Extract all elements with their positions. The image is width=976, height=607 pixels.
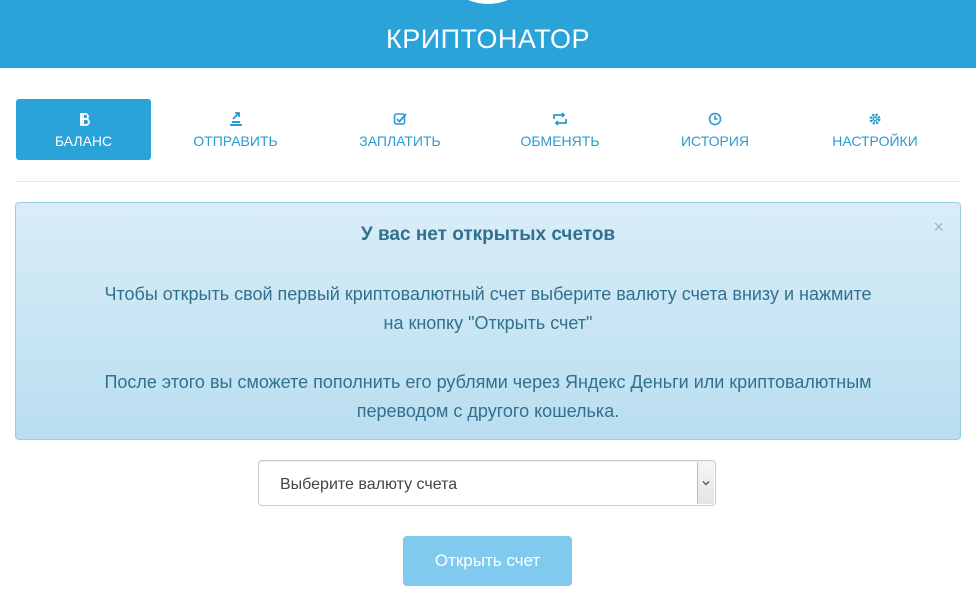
gear-icon [868,111,882,127]
tab-history-label: ИСТОРИЯ [680,133,750,149]
exchange-icon [552,111,568,127]
tab-balance-label: БАЛАНС [54,133,113,149]
dropdown-button[interactable] [697,462,714,504]
app-header: КРИПТОНАТОР [0,0,976,68]
tab-exchange-label: ОБМЕНЯТЬ [520,133,600,149]
tab-settings[interactable]: НАСТРОЙКИ [790,99,960,160]
logo[interactable] [438,0,538,4]
tab-send-label: ОТПРАВИТЬ [193,133,278,149]
clock-icon [708,111,722,127]
send-icon [229,111,243,127]
tabs-divider [16,181,960,182]
tab-exchange[interactable]: ОБМЕНЯТЬ [480,99,640,160]
bitcoin-icon [78,111,90,127]
checkbox-icon [393,111,407,127]
main-tabs: БАЛАНС ОТПРАВИТЬ ЗАПЛАТИТЬ ОБМЕНЯТЬ ИСТО… [16,99,960,160]
no-accounts-alert: × У вас нет открытых счетов Чтобы открыт… [15,202,961,440]
currency-select[interactable]: Выберите валюту счета [258,460,716,506]
open-account-button[interactable]: Открыть счет [403,536,572,586]
tab-send[interactable]: ОТПРАВИТЬ [151,99,320,160]
tab-balance[interactable]: БАЛАНС [16,99,151,160]
alert-paragraph-open-line2: на кнопку "Открыть счет" [383,313,593,333]
tab-history[interactable]: ИСТОРИЯ [640,99,790,160]
app-title: КРИПТОНАТОР [385,24,591,54]
alert-paragraph-open-line1: Чтобы открыть свой первый криптовалютный… [104,284,872,304]
alert-paragraph-topup-line1: После этого вы сможете пополнить его руб… [104,372,872,392]
currency-select-value: Выберите валюту счета [280,476,458,493]
tab-pay[interactable]: ЗАПЛАТИТЬ [320,99,480,160]
alert-title: У вас нет открытых счетов [360,224,616,245]
alert-paragraph-open: Чтобы открыть свой первый криптовалютный… [16,280,960,338]
alert-paragraph-topup-line2: переводом с другого кошелька. [356,401,620,421]
tab-pay-label: ЗАПЛАТИТЬ [359,133,441,149]
tab-settings-label: НАСТРОЙКИ [832,133,918,149]
alert-paragraph-topup: После этого вы сможете пополнить его руб… [16,368,960,426]
chevron-down-icon [702,481,710,486]
